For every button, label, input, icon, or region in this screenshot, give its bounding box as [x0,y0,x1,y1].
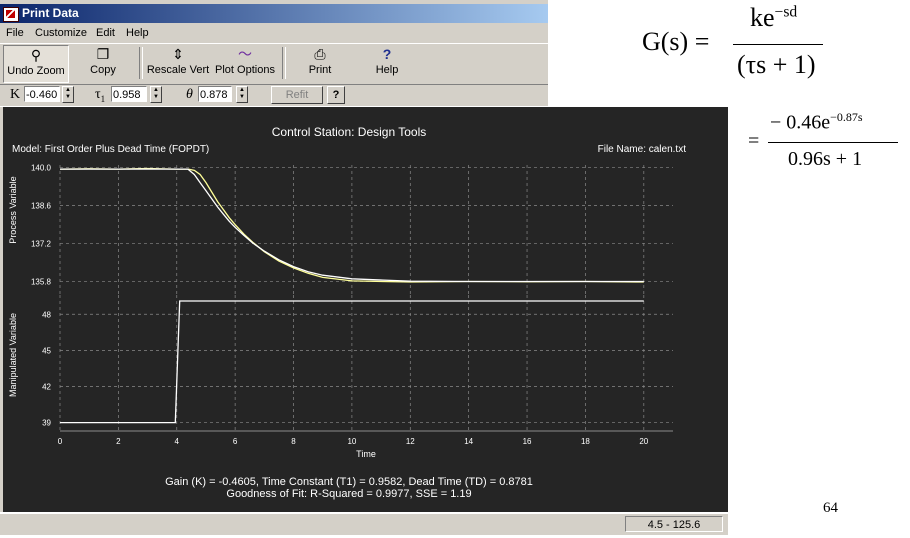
app-icon [3,7,19,22]
k-spinner[interactable]: ▲ ▼ [62,86,74,103]
tau-subscript: 1 [100,93,106,104]
menu-help[interactable]: Help [126,24,149,42]
tau-spinner[interactable]: ▲ ▼ [150,86,162,103]
file-name-label: File Name: calen.txt [598,144,687,155]
toolbar: ⚲ Undo Zoom ❐ Copy ⇕ Rescale Vert 〜 Plot… [0,43,548,85]
parameter-bar: K -0.460 ▲ ▼ τ1 0.958 ▲ ▼ θ 0.878 ▲ ▼ Refit… [0,84,548,106]
menu-bar: File Customize Edit Help [0,24,548,42]
page-number: 64 [823,500,838,516]
eq1-num-exp: −sd [774,3,798,21]
window-title: Print Data [22,6,79,20]
eq2-num-base: − 0.46e [770,111,831,134]
equation-lhs: G(s) = [642,27,710,56]
y-tick-label: 135.8 [31,277,52,286]
x-tick-label: 4 [175,437,180,446]
x-tick-label: 20 [639,437,648,446]
coordinate-readout: 4.5 - 125.6 [625,516,723,532]
title-bar: Print Data [0,4,548,23]
toolbar-separator [139,47,143,79]
x-tick-label: 8 [291,437,296,446]
undo-zoom-button[interactable]: ⚲ Undo Zoom [3,45,69,83]
x-tick-label: 6 [233,437,238,446]
y-tick-label: 42 [42,382,51,391]
y-tick-label: 39 [42,419,51,428]
x-tick-label: 2 [116,437,121,446]
rescale-vert-label: Rescale Vert [146,64,210,76]
equation2-equals: = [748,130,760,152]
menu-customize[interactable]: Customize [35,24,87,42]
plot-title: Control Station: Design Tools [272,125,427,139]
magnifier-icon: ⚲ [30,47,42,63]
x-tick-label: 10 [347,437,356,446]
k-input[interactable]: -0.460 [24,86,60,102]
toolbar-separator [282,47,286,79]
refit-button[interactable]: Refit [271,86,323,104]
status-bar: 4.5 - 125.6 [0,513,728,535]
x-tick-label: 14 [464,437,473,446]
y-tick-label: 140.0 [31,164,52,173]
equation1-numerator: ke−sd [750,3,797,33]
copy-button[interactable]: ❐ Copy [80,45,126,81]
equation1-fraction-bar [733,44,823,45]
equation1-denominator: (τs + 1) [737,50,816,79]
plot-options-icon: 〜 [238,46,252,62]
help-button[interactable]: ? Help [362,45,412,81]
fit-summary-line2: Goodness of Fit: R-Squared = 0.9977, SSE… [226,488,471,500]
x-tick-label: 18 [581,437,590,446]
plot-panel: Control Station: Design Tools Model: Fir… [0,107,728,512]
model-label: Model: First Order Plus Dead Time (FOPDT… [12,144,209,155]
eq2-num-exp: −0.87s [830,110,863,124]
theta-input[interactable]: 0.878 [198,86,232,102]
k-label: K [10,87,21,102]
y-tick-label: 48 [42,310,51,319]
plot-svg[interactable]: Control Station: Design Tools Model: Fir… [3,107,728,512]
x-tick-label: 0 [58,437,63,446]
undo-zoom-label: Undo Zoom [7,65,65,77]
help-small-button[interactable]: ? [327,86,345,104]
equation2-denominator: 0.96s + 1 [788,148,863,170]
help-question-icon: ? [382,46,392,62]
rescale-vertical-icon: ⇕ [172,46,184,62]
x-tick-label: 12 [406,437,415,446]
plot-options-label: Plot Options [215,64,275,76]
menu-file[interactable]: File [6,24,24,42]
print-data-window: Print Data File Customize Edit Help ⚲ Un… [0,0,548,106]
mv-axis-label: Manipulated Variable [8,313,18,397]
y-tick-label: 45 [42,346,51,355]
printer-icon: ⎙ [314,46,326,62]
print-button[interactable]: ⎙ Print [294,45,346,81]
print-label: Print [308,64,332,76]
copy-icon: ❐ [96,46,110,62]
pv-axis-label: Process Variable [8,176,18,243]
menu-edit[interactable]: Edit [96,24,115,42]
eq1-num-base: ke [750,3,775,32]
chart-layer: 140.0 138.6 137.2 135.8 39 42 45 48 0 2 4 6 8 10 12 14 1… [31,164,673,446]
tau-input[interactable]: 0.958 [111,86,147,102]
equation2-numerator: − 0.46e−0.87s [770,110,863,135]
tau-label: τ1 [95,87,105,104]
copy-label: Copy [90,64,116,76]
y-tick-label: 138.6 [31,202,52,211]
fit-summary-line1: Gain (K) = -0.4605, Time Constant (T1) =… [165,476,533,488]
theta-spinner[interactable]: ▲ ▼ [236,86,248,103]
plot-options-button[interactable]: 〜 Plot Options [213,45,277,81]
x-tick-label: 16 [523,437,532,446]
help-label: Help [375,64,399,76]
x-axis-label: Time [356,449,376,459]
y-tick-label: 137.2 [31,240,52,249]
theta-label: θ [186,87,193,102]
rescale-vert-button[interactable]: ⇕ Rescale Vert [146,45,210,81]
equation2-fraction-bar [768,142,898,143]
